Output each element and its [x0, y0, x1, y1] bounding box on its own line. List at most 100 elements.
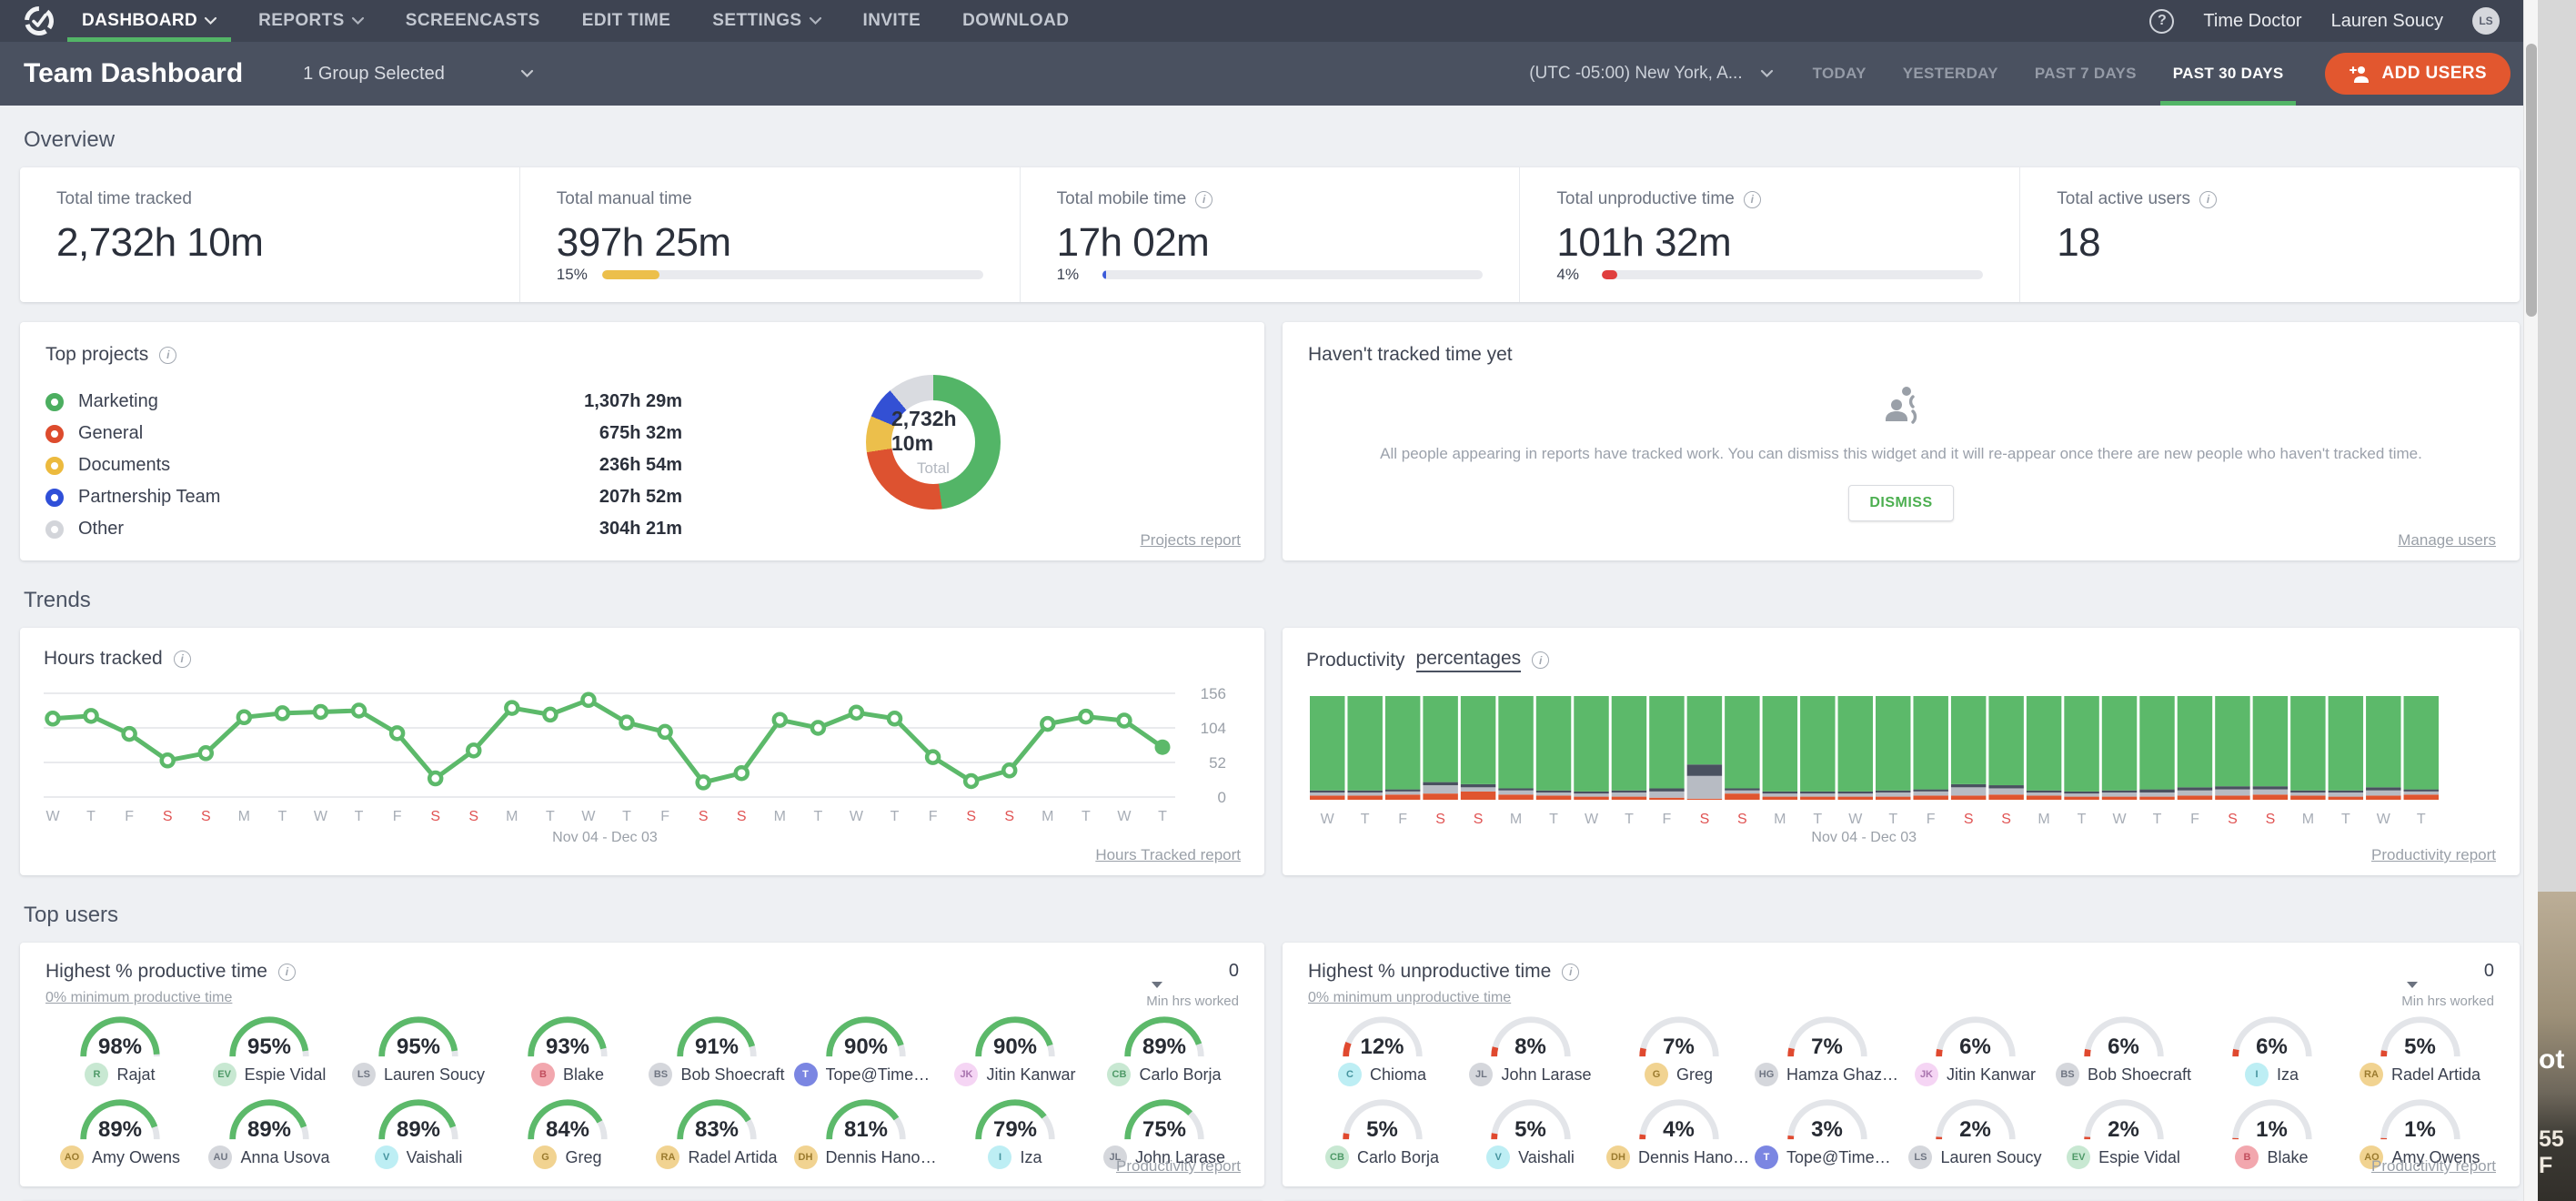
info-icon[interactable]: i: [159, 347, 176, 364]
productivity-report-link[interactable]: Productivity report: [2371, 846, 2496, 864]
overview-stat-label-text: Total manual time: [557, 189, 692, 209]
background-window-text: ot: [2539, 1045, 2564, 1075]
dismiss-button[interactable]: DISMISS: [1848, 485, 1953, 521]
nav-item-screencasts[interactable]: SCREENCASTS: [406, 0, 540, 42]
user-percentage: 5%: [1487, 1117, 1575, 1143]
donut-total-label: Total: [917, 459, 950, 478]
user-percentage: 89%: [1121, 1034, 1208, 1060]
user-gauge: 79%: [971, 1095, 1059, 1143]
project-time: 304h 21m: [599, 519, 682, 540]
unproductive-user: 7%GGreg: [1605, 1013, 1753, 1086]
user-name: Espie Vidal: [245, 1065, 327, 1085]
manage-users-link[interactable]: Manage users: [2398, 531, 2496, 550]
donut-center: 2,732h 10m Total: [891, 400, 975, 484]
info-icon[interactable]: i: [278, 964, 296, 981]
user-gauge: 89%: [375, 1095, 462, 1143]
user-percentage: 98%: [76, 1034, 164, 1060]
svg-text:W: W: [1848, 812, 1863, 827]
timezone-selector[interactable]: (UTC -05:00) New York, A...: [1529, 64, 1772, 84]
nav-item-settings[interactable]: SETTINGS: [712, 0, 820, 42]
productivity-title-underlined[interactable]: percentages: [1416, 648, 1522, 672]
user-gauge: 90%: [971, 1013, 1059, 1060]
min-hours-dropdown[interactable]: 0: [1146, 961, 1239, 988]
nav-item-edit-time[interactable]: EDIT TIME: [582, 0, 671, 42]
min-unproductive-filter-link[interactable]: 0% minimum unproductive time: [1308, 990, 1511, 1006]
hours-tracked-report-link[interactable]: Hours Tracked report: [1095, 846, 1241, 864]
svg-text:M: M: [1774, 812, 1786, 827]
unproductive-user: 5%RARadel Artida: [2346, 1013, 2494, 1086]
productive-user: 93%BBlake: [493, 1013, 642, 1086]
nav-item-label: DASHBOARD: [82, 11, 197, 31]
svg-text:F: F: [1663, 812, 1672, 827]
svg-text:S: S: [468, 809, 478, 824]
info-icon[interactable]: i: [1195, 191, 1213, 208]
nav-item-invite[interactable]: INVITE: [863, 0, 921, 42]
user-identity: GGreg: [533, 1145, 601, 1169]
unproductive-user: 2%EVEspie Vidal: [2049, 1095, 2198, 1169]
user-identity: TTope@Timedoct...: [794, 1063, 939, 1086]
min-hours-dropdown[interactable]: 0: [2401, 961, 2494, 988]
user-percentage: 89%: [375, 1117, 462, 1143]
productivity-report-link[interactable]: Productivity report: [2371, 1157, 2496, 1176]
project-color-icon: [45, 425, 64, 443]
add-users-button[interactable]: ADD USERS: [2325, 53, 2511, 95]
nav-item-dashboard[interactable]: DASHBOARD: [82, 0, 216, 42]
unproductive-user: 5%VVaishali: [1456, 1095, 1605, 1169]
nav-item-label: EDIT TIME: [582, 11, 671, 31]
overview-stat: Total time tracked2,732h 10m: [20, 167, 519, 302]
project-time: 207h 52m: [599, 487, 682, 508]
avatar: JL: [1469, 1063, 1493, 1086]
info-icon[interactable]: i: [1744, 191, 1761, 208]
top-projects-card: Top projects i Marketing1,307h 29mGenera…: [20, 322, 1264, 560]
group-selector[interactable]: 1 Group Selected: [303, 64, 533, 85]
unproductive-card-title: Highest % unproductive time i: [1308, 961, 1579, 983]
nav-item-reports[interactable]: REPORTS: [258, 0, 364, 42]
info-icon[interactable]: i: [1532, 651, 1549, 669]
overview-stat: Total mobile timei17h 02m1%: [1020, 167, 1520, 302]
svg-text:S: S: [1700, 812, 1710, 827]
not-tracked-body: All people appearing in reports have tra…: [1308, 366, 2494, 539]
user-percentage: 6%: [1932, 1034, 2019, 1060]
range-tab-today[interactable]: TODAY: [1813, 42, 1867, 106]
avatar: LS: [1908, 1145, 1932, 1169]
min-hours-value: 0: [1229, 961, 1239, 981]
user-identity: DHDennis Hanopol: [794, 1145, 939, 1169]
productivity-report-link[interactable]: Productivity report: [1116, 1157, 1241, 1176]
user-avatar[interactable]: LS: [2472, 7, 2500, 35]
unproductive-user: 1%BBlake: [2198, 1095, 2346, 1169]
info-icon[interactable]: i: [174, 651, 191, 668]
project-color-icon: [45, 457, 64, 475]
help-icon[interactable]: ?: [2149, 9, 2174, 34]
unproductive-users-grid: 12%CChioma8%JLJohn Larase7%GGreg7%HGHamz…: [1308, 1013, 2494, 1169]
svg-text:T: T: [278, 809, 287, 824]
user-identity: TTope@Timedoct...: [1755, 1145, 1899, 1169]
user-menu[interactable]: Lauren Soucy: [2331, 11, 2443, 32]
svg-text:104: 104: [1201, 720, 1226, 737]
info-icon[interactable]: i: [2199, 191, 2217, 208]
min-hours-label: Min hrs worked: [2401, 994, 2494, 1009]
productive-user: 89%AOAmy Owens: [45, 1095, 195, 1169]
min-productive-filter-link[interactable]: 0% minimum productive time: [45, 990, 232, 1006]
user-gauge: 93%: [524, 1013, 611, 1060]
range-tab-past-7-days[interactable]: PAST 7 DAYS: [2035, 42, 2137, 106]
group-selector-label: 1 Group Selected: [303, 64, 445, 85]
range-tab-yesterday[interactable]: YESTERDAY: [1903, 42, 1998, 106]
time-doctor-logo-icon[interactable]: [24, 5, 55, 36]
nav-item-download[interactable]: DOWNLOAD: [962, 0, 1069, 42]
svg-text:F: F: [125, 809, 134, 824]
scrollbar-thumb[interactable]: [2526, 44, 2537, 317]
user-identity: RARadel Artida: [656, 1145, 777, 1169]
info-icon[interactable]: i: [1562, 964, 1579, 981]
range-tab-past-30-days[interactable]: PAST 30 DAYS: [2173, 42, 2284, 106]
svg-text:S: S: [2266, 812, 2276, 827]
user-gauge: 75%: [1121, 1095, 1208, 1143]
user-identity: VVaishali: [1486, 1145, 1575, 1169]
projects-report-link[interactable]: Projects report: [1140, 531, 1241, 550]
avatar: B: [2235, 1145, 2259, 1169]
user-percentage: 1%: [2377, 1117, 2464, 1143]
avatar: RA: [656, 1145, 679, 1169]
user-name: Bob Shoecraft: [680, 1065, 784, 1085]
user-percentage: 6%: [2080, 1034, 2168, 1060]
productive-user: 90%TTope@Timedoct...: [791, 1013, 941, 1086]
min-hours-value: 0: [2484, 961, 2494, 981]
